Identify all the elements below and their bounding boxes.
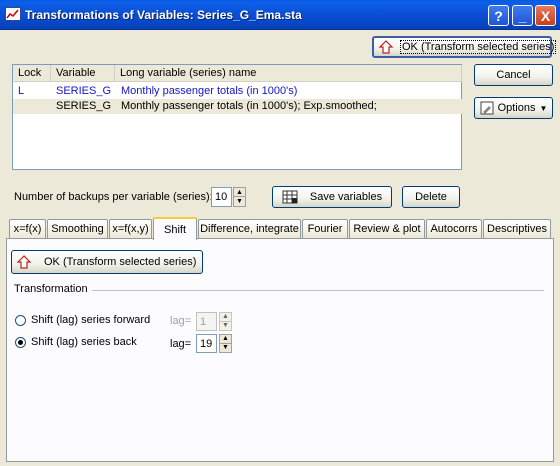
forward-lag-input[interactable]: 1 — [196, 312, 217, 331]
back-radio[interactable] — [15, 337, 26, 348]
options-tool-icon — [480, 101, 494, 115]
backups-input[interactable]: 10 — [211, 187, 232, 207]
ok-transform-label: OK (Transform selected series) — [400, 40, 557, 54]
forward-lag-stepper[interactable]: ▲ ▼ — [219, 312, 232, 331]
undo-arrow-icon — [16, 255, 32, 269]
spin-down-icon[interactable]: ▼ — [220, 322, 231, 331]
back-lag-label: lag= — [170, 338, 192, 350]
shift-ok-label: OK (Transform selected series) — [44, 256, 197, 268]
tab-smoothing[interactable]: Smoothing — [47, 219, 108, 238]
header-long-name[interactable]: Long variable (series) name — [115, 65, 462, 82]
options-label: Options — [497, 102, 536, 114]
back-lag-stepper[interactable]: ▲ ▼ — [219, 334, 232, 353]
row-variable: SERIES_G — [56, 85, 112, 97]
forward-radio[interactable] — [15, 315, 26, 326]
cancel-button[interactable]: Cancel — [474, 64, 553, 86]
row-lock: L — [18, 85, 25, 97]
app-icon — [5, 7, 21, 21]
save-variables-label: Save variables — [309, 191, 383, 203]
save-grid-icon — [282, 190, 298, 204]
row-variable: SERIES_G — [56, 100, 112, 112]
save-variables-button[interactable]: Save variables — [272, 186, 392, 208]
spin-up-icon[interactable]: ▲ — [234, 188, 245, 197]
tab-xfx[interactable]: x=f(x) — [9, 219, 46, 238]
tab-autocorrs[interactable]: Autocorrs — [426, 219, 482, 238]
delete-button[interactable]: Delete — [402, 186, 460, 208]
back-lag-input[interactable]: 19 — [196, 334, 217, 353]
spin-up-icon[interactable]: ▲ — [220, 335, 231, 344]
help-button[interactable]: ? — [488, 5, 509, 26]
back-label[interactable]: Shift (lag) series back — [31, 336, 137, 348]
table-row[interactable]: L SERIES_G Monthly passenger totals (in … — [13, 84, 462, 99]
header-lock[interactable]: Lock — [13, 65, 51, 82]
chevron-down-icon: ▼ — [539, 103, 548, 113]
window-title: Transformations of Variables: Series_G_E… — [25, 8, 302, 22]
transformation-group-label: Transformation — [14, 283, 88, 295]
ok-transform-button[interactable]: OK (Transform selected series) — [372, 36, 557, 58]
shift-ok-button[interactable]: OK (Transform selected series) — [11, 250, 203, 274]
spin-down-icon[interactable]: ▼ — [220, 344, 231, 353]
table-row[interactable]: SERIES_G Monthly passenger totals (in 10… — [13, 99, 462, 114]
group-divider — [92, 290, 544, 291]
header-variable[interactable]: Variable — [51, 65, 115, 82]
tab-descriptives[interactable]: Descriptives — [483, 219, 551, 238]
spin-up-icon[interactable]: ▲ — [220, 313, 231, 322]
tab-xfxy[interactable]: x=f(x,y) — [109, 219, 152, 238]
tab-fourier[interactable]: Fourier — [302, 219, 348, 238]
options-button[interactable]: Options ▼ — [474, 97, 553, 119]
spin-down-icon[interactable]: ▼ — [234, 197, 245, 206]
row-name: Monthly passenger totals (in 1000's); Ex… — [121, 100, 377, 112]
close-button[interactable]: X — [535, 5, 556, 26]
undo-arrow-icon — [378, 40, 394, 54]
backups-label: Number of backups per variable (series): — [14, 191, 213, 203]
forward-label[interactable]: Shift (lag) series forward — [31, 314, 150, 326]
tab-shift[interactable]: Shift — [153, 217, 197, 240]
tab-difference-integrate[interactable]: Difference, integrate — [198, 219, 301, 238]
tab-review-plot[interactable]: Review & plot — [349, 219, 425, 238]
minimize-button[interactable]: _ — [512, 5, 533, 26]
backups-stepper[interactable]: ▲ ▼ — [233, 187, 246, 207]
row-name: Monthly passenger totals (in 1000's) — [121, 85, 298, 97]
variable-list[interactable]: Lock Variable Long variable (series) nam… — [12, 64, 462, 170]
forward-lag-label: lag= — [170, 315, 192, 327]
